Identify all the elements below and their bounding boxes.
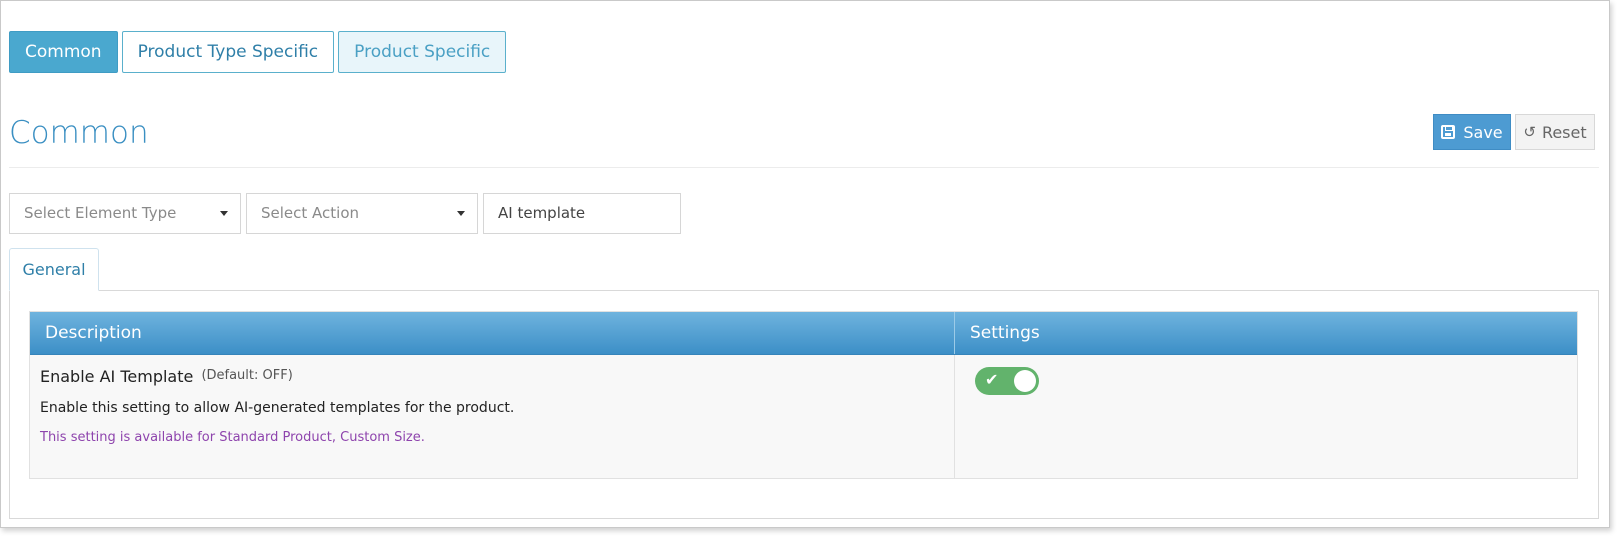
column-header-settings: Settings	[970, 323, 1040, 343]
setting-name: Enable AI Template	[40, 367, 194, 386]
settings-window: Common Product Type Specific Product Spe…	[0, 0, 1610, 528]
floppy-disk-icon	[1441, 125, 1456, 139]
element-type-placeholder: Select Element Type	[24, 204, 177, 222]
top-tab-bar: Common Product Type Specific Product Spe…	[9, 31, 507, 73]
setting-description: Enable this setting to allow AI-generate…	[40, 400, 515, 416]
save-button[interactable]: Save	[1433, 114, 1511, 150]
reset-label: Reset	[1541, 122, 1587, 142]
search-input[interactable]: AI template	[483, 193, 681, 234]
tab-product-type-specific[interactable]: Product Type Specific	[121, 31, 335, 73]
table-header: Description Settings	[30, 312, 1577, 355]
action-select[interactable]: Select Action	[246, 193, 478, 234]
tab-general[interactable]: General	[9, 248, 99, 291]
caret-down-icon	[457, 211, 465, 216]
save-label: Save	[1463, 122, 1503, 142]
enable-ai-template-toggle[interactable]: ✔	[975, 367, 1039, 395]
search-input-value: AI template	[498, 204, 586, 222]
check-icon: ✔	[985, 370, 999, 389]
page-title: Common	[9, 115, 149, 151]
setting-availability-note: This setting is available for Standard P…	[40, 430, 425, 445]
column-header-description: Description	[30, 312, 955, 354]
element-type-select[interactable]: Select Element Type	[9, 193, 241, 234]
tab-product-specific[interactable]: Product Specific	[338, 31, 507, 73]
tab-common[interactable]: Common	[9, 31, 118, 73]
table-row: Enable AI Template (Default: OFF) Enable…	[30, 355, 1577, 478]
settings-table: Description Settings Enable AI Template …	[29, 311, 1578, 479]
header-divider	[9, 167, 1599, 168]
undo-icon: ↺	[1523, 123, 1536, 141]
reset-button[interactable]: ↺ Reset	[1515, 114, 1595, 150]
caret-down-icon	[220, 211, 228, 216]
action-placeholder: Select Action	[261, 204, 360, 222]
settings-cell: ✔	[955, 355, 1577, 478]
toggle-knob	[1014, 370, 1036, 392]
description-cell: Enable AI Template (Default: OFF) Enable…	[30, 355, 955, 478]
setting-default: (Default: OFF)	[201, 368, 293, 383]
